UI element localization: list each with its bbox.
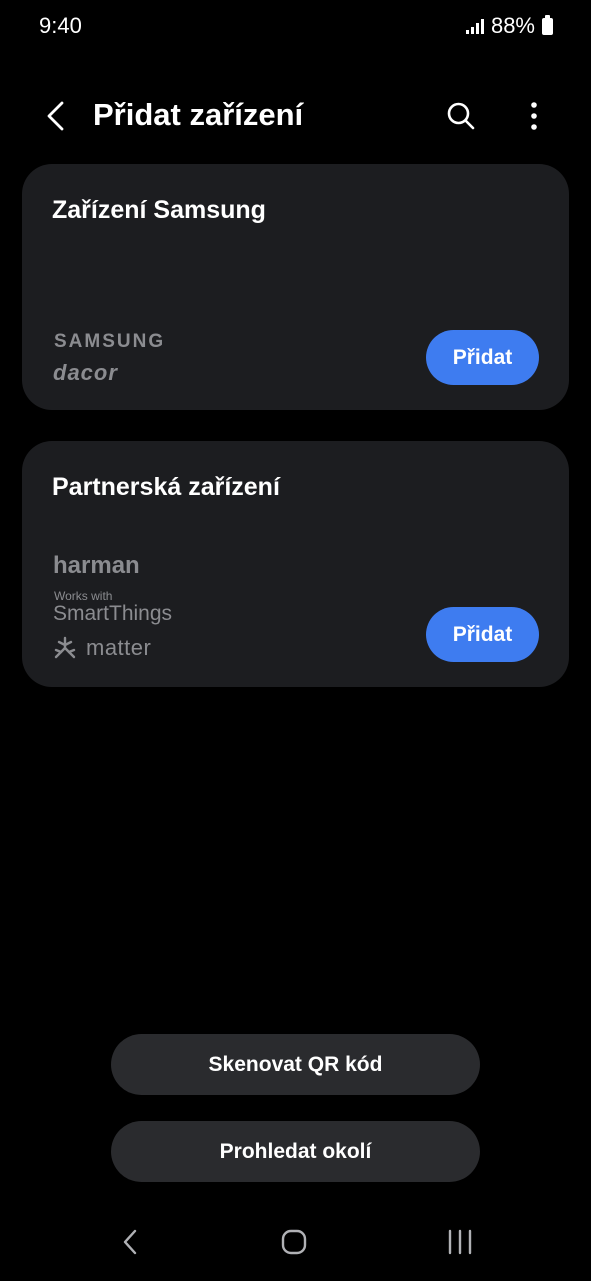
nav-back-button[interactable] xyxy=(108,1220,152,1264)
more-vertical-icon xyxy=(531,102,537,130)
search-icon xyxy=(447,102,475,130)
app-bar: Přidat zařízení xyxy=(0,86,591,146)
matter-label: matter xyxy=(86,635,152,660)
scan-qr-code-button[interactable]: Skenovat QR kód xyxy=(111,1034,480,1095)
dacor-logo: dacor xyxy=(53,360,118,385)
matter-logo: matter xyxy=(53,635,151,661)
nav-recents-button[interactable] xyxy=(438,1220,482,1264)
nav-home-icon xyxy=(281,1229,307,1255)
harman-logo: harman xyxy=(53,552,140,579)
nav-home-button[interactable] xyxy=(272,1220,316,1264)
navigation-bar xyxy=(0,1212,591,1272)
battery-icon xyxy=(542,14,553,35)
card-title-samsung: Zařízení Samsung xyxy=(52,196,266,224)
samsung-logo: SAMSUNG xyxy=(54,331,166,352)
search-button[interactable] xyxy=(440,95,482,137)
card-title-partner: Partnerská zařízení xyxy=(52,473,280,501)
battery-percentage: 88% xyxy=(490,13,535,38)
back-button[interactable] xyxy=(36,96,76,136)
more-options-button[interactable] xyxy=(514,95,554,137)
partner-devices-card[interactable]: Partnerská zařízení harman Works with Sm… xyxy=(22,441,569,687)
works-with-label: Works with xyxy=(54,589,113,603)
samsung-devices-card[interactable]: Zařízení Samsung SAMSUNG dacor Přidat xyxy=(22,164,569,410)
signal-icon xyxy=(465,18,484,34)
status-indicators: 88% xyxy=(465,13,553,39)
nav-recents-icon xyxy=(448,1229,472,1255)
smartthings-logo: SmartThings xyxy=(53,602,173,625)
matter-icon xyxy=(54,636,76,659)
page-title: Přidat zařízení xyxy=(93,97,304,132)
status-bar: 9:40 88% xyxy=(0,0,591,52)
add-partner-device-button[interactable]: Přidat xyxy=(426,607,539,662)
nav-back-icon xyxy=(123,1229,137,1255)
add-samsung-device-button[interactable]: Přidat xyxy=(426,330,539,385)
status-time: 9:40 xyxy=(39,13,82,38)
back-arrow-icon xyxy=(47,101,64,131)
scan-nearby-button[interactable]: Prohledat okolí xyxy=(111,1121,480,1182)
